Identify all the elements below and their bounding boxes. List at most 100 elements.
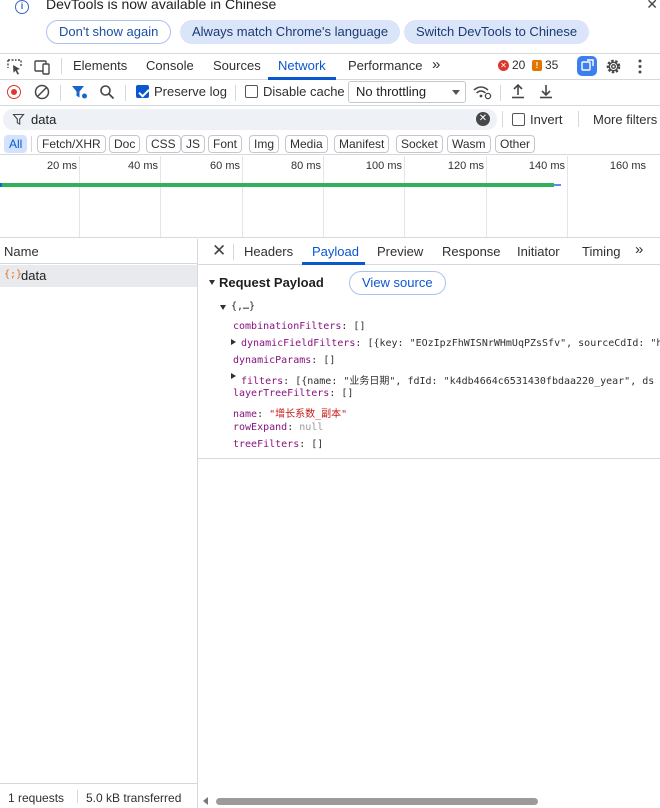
tick-label: 140 ms (528, 160, 565, 172)
tab-initiator[interactable]: Initiator (517, 244, 560, 259)
disable-cache-checkbox[interactable] (245, 85, 258, 98)
waterfall-bar (2, 183, 554, 187)
expand-arrow-icon[interactable] (209, 280, 215, 285)
error-count-icon[interactable]: ✕ (498, 60, 509, 71)
tab-console[interactable]: Console (146, 58, 194, 73)
status-bar: 1 requests 5.0 kB transferred (0, 783, 197, 808)
info-icon: i (15, 0, 29, 14)
scrollbar-thumb[interactable] (216, 798, 538, 805)
tab-performance[interactable]: Performance (348, 58, 422, 73)
tree-item[interactable]: treeFilters: [] (233, 439, 323, 450)
more-tabs-button[interactable]: » (432, 56, 440, 73)
network-overview-timeline[interactable]: 20 ms 40 ms 60 ms 80 ms 100 ms 120 ms 14… (0, 156, 660, 238)
type-filter-media[interactable]: Media (285, 135, 328, 153)
scroll-left-icon[interactable] (203, 797, 208, 805)
tree-item[interactable]: layerTreeFilters: [] (233, 388, 353, 399)
tree-item[interactable]: name: "增长系数_副本" (233, 405, 347, 420)
dont-show-again-button[interactable]: Don't show again (46, 20, 172, 44)
error-count[interactable]: 20 (512, 58, 525, 72)
more-filters-button[interactable]: More filters (593, 112, 657, 127)
filter-icon[interactable] (71, 84, 88, 101)
close-icon[interactable]: ✕ (646, 0, 658, 13)
tab-preview[interactable]: Preview (377, 244, 423, 259)
tree-root[interactable]: {,…} (231, 301, 255, 312)
throttling-select[interactable]: No throttling (348, 81, 466, 103)
table-row[interactable]: {;} data (0, 265, 197, 287)
name-column-header[interactable]: Name (0, 239, 197, 264)
tree-item[interactable]: rowExpand: null (233, 422, 323, 433)
expand-arrow-icon[interactable] (220, 305, 226, 310)
throttling-value: No throttling (356, 84, 427, 99)
tree-item[interactable]: combinationFilters: [] (233, 321, 365, 332)
tab-network[interactable]: Network (278, 58, 326, 73)
type-filter-fetch-xhr[interactable]: Fetch/XHR (37, 135, 106, 153)
sync-icon[interactable] (577, 56, 597, 76)
clear-filter-icon[interactable]: ✕ (476, 112, 490, 126)
tab-sources[interactable]: Sources (213, 58, 261, 73)
preserve-log-checkbox[interactable] (136, 85, 149, 98)
type-filter-js[interactable]: JS (181, 135, 206, 153)
always-match-language-button[interactable]: Always match Chrome's language (180, 20, 401, 44)
device-toolbar-icon[interactable] (34, 59, 52, 75)
expand-arrow-icon[interactable] (231, 373, 236, 379)
tab-timing[interactable]: Timing (582, 244, 621, 259)
chevron-down-icon (452, 90, 460, 95)
payload-section-header[interactable]: Request Payload View source (198, 266, 660, 298)
language-infobar: i DevTools is now available in Chinese ✕… (0, 0, 660, 52)
detail-tabs: ✕ Headers Payload Preview Response Initi… (198, 239, 660, 265)
more-tabs-button[interactable]: » (635, 241, 643, 258)
close-icon[interactable]: ✕ (212, 241, 226, 261)
horizontal-scrollbar[interactable] (200, 795, 660, 808)
active-tab-indicator (302, 262, 365, 265)
expand-arrow-icon[interactable] (231, 339, 236, 345)
tree-item[interactable]: filters: [{name: "业务日期", fdId: "k4db4664… (241, 372, 654, 387)
tab-elements[interactable]: Elements (73, 58, 127, 73)
tab-payload[interactable]: Payload (312, 244, 359, 259)
settings-gear-icon[interactable] (605, 58, 622, 75)
filter-input[interactable]: data ✕ (3, 109, 497, 130)
waterfall-bar-end (554, 184, 561, 186)
type-filter-doc[interactable]: Doc (109, 135, 141, 153)
clear-icon[interactable] (34, 84, 50, 100)
type-filter-wasm[interactable]: Wasm (447, 135, 491, 153)
tick-label: 20 ms (47, 160, 77, 172)
tick-label: 100 ms (365, 160, 402, 172)
more-options-icon[interactable] (637, 59, 643, 75)
tick-label: 40 ms (128, 160, 158, 172)
request-name[interactable]: data (21, 268, 46, 283)
filter-value[interactable]: data (31, 112, 56, 127)
switch-to-chinese-button[interactable]: Switch DevTools to Chinese (404, 20, 590, 44)
tree-item[interactable]: dynamicParams: [] (233, 355, 335, 366)
network-conditions-icon[interactable] (472, 84, 492, 100)
import-har-icon[interactable] (510, 83, 526, 100)
tree-item[interactable]: dynamicFieldFilters: [{key: "EOzIpzFhWIS… (241, 338, 660, 349)
type-filter-css[interactable]: CSS (146, 135, 181, 153)
tab-response[interactable]: Response (442, 244, 501, 259)
inspect-element-icon[interactable] (7, 59, 23, 75)
record-icon[interactable] (7, 85, 21, 99)
funnel-icon (12, 113, 25, 126)
type-filter-manifest[interactable]: Manifest (334, 135, 390, 153)
export-har-icon[interactable] (538, 83, 554, 100)
json-icon: {;} (4, 269, 23, 280)
disable-cache-label[interactable]: Disable cache (263, 84, 345, 99)
infobar-message: DevTools is now available in Chinese (46, 0, 277, 12)
warning-count-icon[interactable]: ! (532, 60, 542, 71)
tick-label: 80 ms (291, 160, 321, 172)
invert-label[interactable]: Invert (530, 112, 563, 127)
request-count: 1 requests (8, 791, 65, 805)
preserve-log-label[interactable]: Preserve log (154, 84, 227, 99)
search-icon[interactable] (99, 84, 115, 100)
tab-headers[interactable]: Headers (244, 244, 293, 259)
view-source-button[interactable]: View source (349, 271, 446, 295)
payload-title: Request Payload (219, 275, 324, 290)
invert-checkbox[interactable] (512, 113, 525, 126)
transferred-size: 5.0 kB transferred (86, 791, 182, 805)
warning-count[interactable]: 35 (545, 58, 558, 72)
tick-label: 120 ms (447, 160, 484, 172)
type-filter-all[interactable]: All (4, 135, 28, 153)
type-filter-font[interactable]: Font (208, 135, 243, 153)
type-filter-img[interactable]: Img (249, 135, 280, 153)
type-filter-other[interactable]: Other (495, 135, 536, 153)
type-filter-socket[interactable]: Socket (396, 135, 443, 153)
